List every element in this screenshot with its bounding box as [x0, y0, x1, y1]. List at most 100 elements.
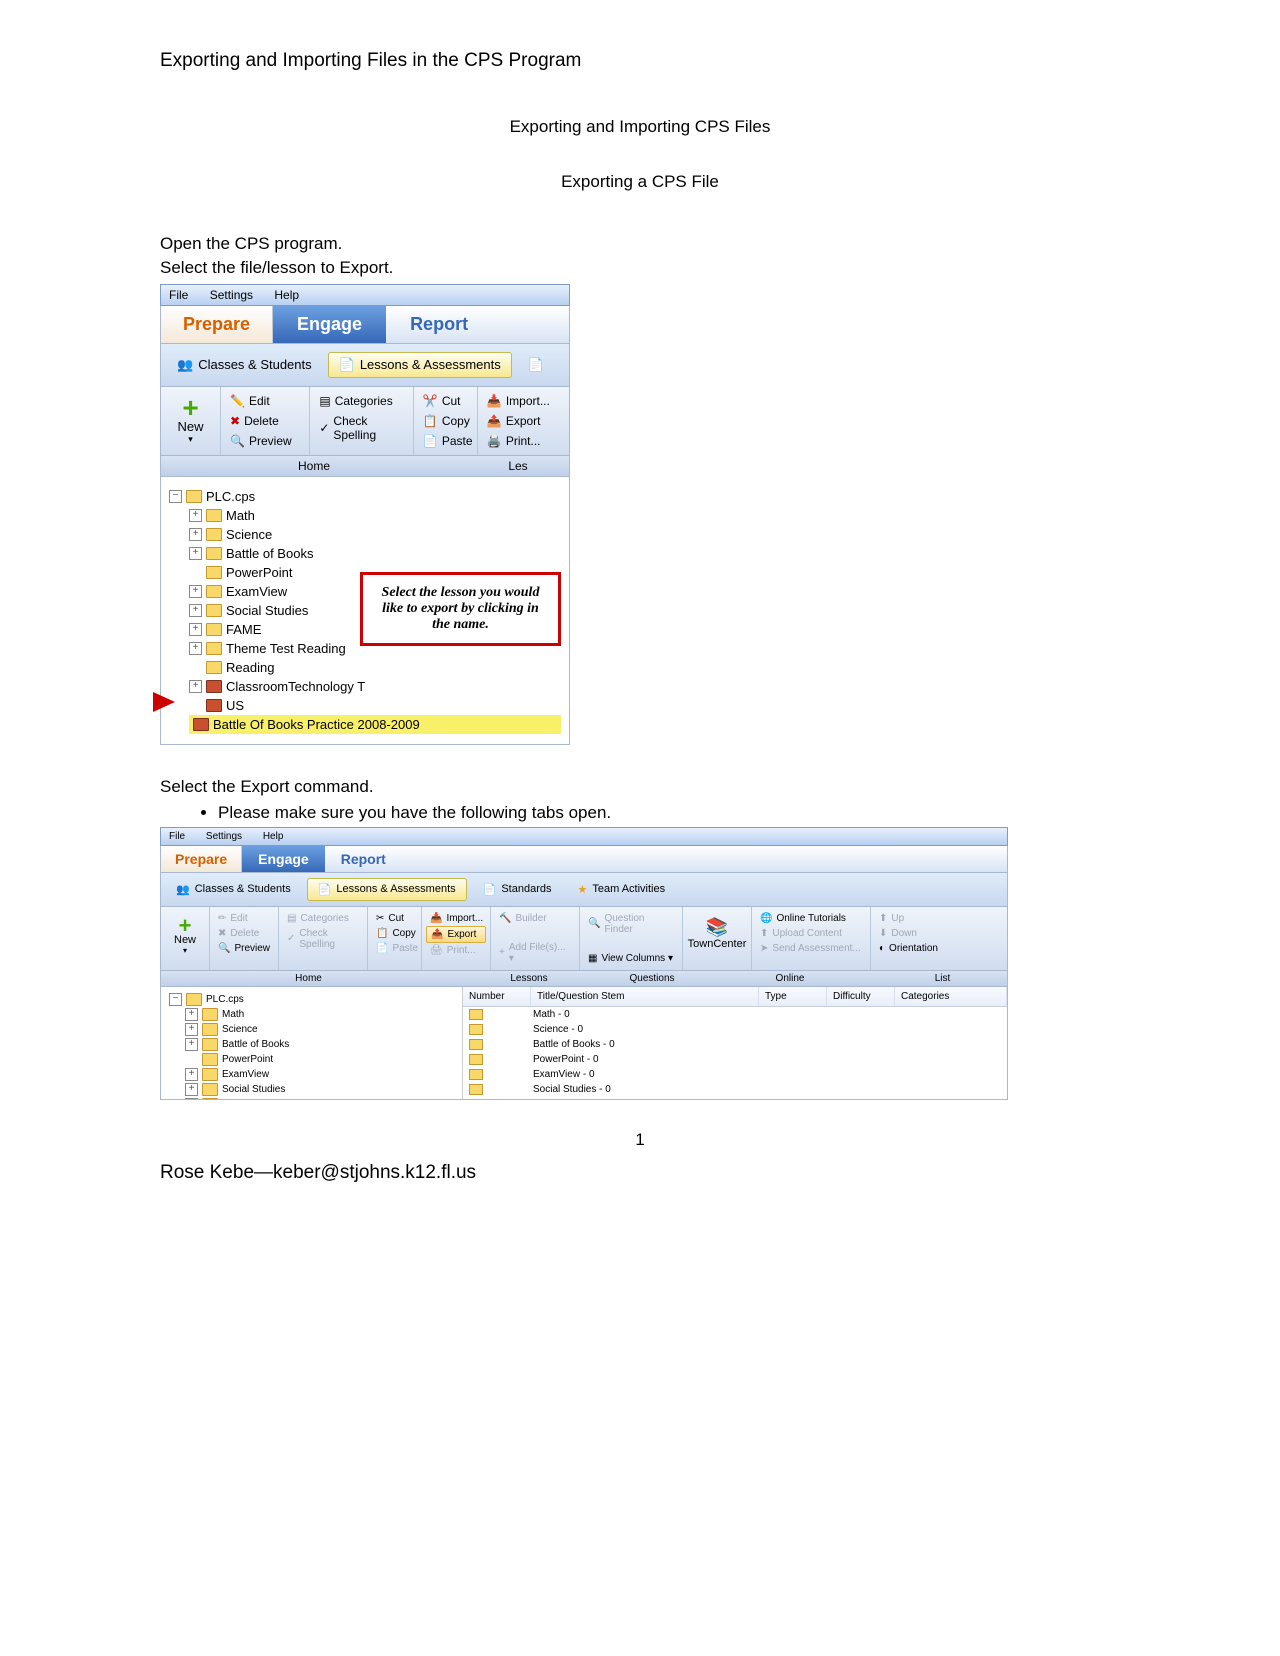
- menu-help[interactable]: Help: [274, 288, 299, 302]
- expand-icon[interactable]: +: [185, 1098, 198, 1100]
- magnify-icon: 🔍: [218, 943, 230, 954]
- copy-button[interactable]: 📋Copy: [418, 411, 473, 431]
- page-icon: 📄: [339, 357, 355, 373]
- spelling-button: ✓Check Spelling: [283, 926, 363, 952]
- delete-button[interactable]: ✖Delete: [225, 411, 305, 431]
- down-icon: ⬇: [879, 928, 887, 939]
- import-button[interactable]: 📥Import...: [482, 391, 565, 411]
- expand-icon[interactable]: +: [185, 1008, 198, 1021]
- callout-box: Select the lesson you would like to expo…: [360, 572, 561, 646]
- book-icon: [193, 718, 209, 731]
- document-title: Exporting and Importing Files in the CPS…: [160, 50, 1120, 72]
- tab-engage[interactable]: Engage: [242, 846, 325, 872]
- expand-icon[interactable]: +: [189, 623, 202, 636]
- expand-icon[interactable]: +: [185, 1083, 198, 1096]
- list-icon: ▤: [287, 913, 296, 924]
- expand-icon[interactable]: +: [189, 547, 202, 560]
- qfinder-button: 🔍Question Finder: [584, 911, 678, 937]
- builder-button: 🔨Builder: [495, 911, 575, 926]
- menu-settings[interactable]: Settings: [210, 288, 253, 302]
- copy-button[interactable]: 📋Copy: [372, 926, 417, 941]
- plus-icon: +: [179, 917, 192, 935]
- folder-icon: [202, 1098, 218, 1100]
- tree-item-selected[interactable]: Battle Of Books Practice 2008-2009: [189, 715, 561, 734]
- check-icon: ✓: [319, 421, 329, 435]
- tab-report[interactable]: Report: [325, 846, 402, 872]
- page-icon: 📄: [318, 883, 332, 896]
- copy-icon: 📋: [423, 414, 438, 428]
- preview-button[interactable]: 🔍Preview: [225, 431, 305, 451]
- preview-button[interactable]: 🔍Preview: [214, 941, 274, 956]
- categories-button[interactable]: ▤Categories: [314, 391, 409, 411]
- delete-icon: ✖: [230, 414, 240, 428]
- expand-icon[interactable]: +: [189, 680, 202, 693]
- paste-button[interactable]: 📄Paste: [418, 431, 473, 451]
- main-tabs: Prepare Engage Report: [160, 306, 570, 344]
- tab-report[interactable]: Report: [386, 306, 492, 343]
- folder-icon: [469, 1024, 483, 1035]
- collapse-icon[interactable]: −: [169, 490, 182, 503]
- main-tabs: Prepare Engage Report: [160, 846, 1008, 873]
- cut-button[interactable]: ✂️Cut: [418, 391, 473, 411]
- star-icon: ★: [578, 883, 588, 896]
- folder-icon: [202, 1023, 218, 1036]
- edit-button[interactable]: ✏️Edit: [225, 391, 305, 411]
- subtab-classes[interactable]: 👥Classes & Students: [167, 352, 322, 378]
- lesson-tree: Select the lesson you would like to expo…: [160, 477, 570, 745]
- ribbon: +New▾ ✏Edit ✖Delete 🔍Preview ▤Categories…: [160, 907, 1008, 971]
- folder-icon: [469, 1084, 483, 1095]
- expand-icon[interactable]: +: [189, 642, 202, 655]
- expand-icon[interactable]: +: [189, 509, 202, 522]
- addfiles-button: +Add File(s)... ▾: [495, 940, 575, 966]
- expand-icon[interactable]: +: [189, 528, 202, 541]
- expand-icon[interactable]: +: [185, 1068, 198, 1081]
- menu-help[interactable]: Help: [263, 831, 284, 842]
- cut-button[interactable]: ✂Cut: [372, 911, 417, 926]
- send-button: ➤Send Assessment...: [756, 941, 866, 956]
- export-button[interactable]: 📤Export: [482, 411, 565, 431]
- menu-file[interactable]: File: [169, 288, 188, 302]
- orientation-button[interactable]: ◐Orientation: [875, 941, 950, 956]
- folder-icon: [206, 604, 222, 617]
- subtab-team[interactable]: ★Team Activities: [568, 878, 676, 901]
- expand-icon[interactable]: +: [189, 604, 202, 617]
- tutorials-button[interactable]: 🌐Online Tutorials: [756, 911, 866, 926]
- folder-icon: [202, 1008, 218, 1021]
- import-button[interactable]: 📥Import...: [426, 911, 486, 926]
- tree-root[interactable]: −PLC.cps: [169, 487, 561, 506]
- folder-icon: [469, 1069, 483, 1080]
- paste-icon: 📄: [423, 434, 438, 448]
- viewcols-button[interactable]: ▦View Columns ▾: [584, 951, 678, 966]
- subtab-standards[interactable]: 📄Standards: [473, 878, 562, 901]
- tab-prepare[interactable]: Prepare: [161, 306, 273, 343]
- spelling-button[interactable]: ✓Check Spelling: [314, 411, 409, 445]
- new-button[interactable]: +New▾: [165, 911, 205, 962]
- new-button[interactable]: +New▾: [165, 391, 216, 451]
- folder-icon: [469, 1099, 483, 1100]
- export-button[interactable]: 📤Export: [426, 926, 486, 943]
- tab-prepare[interactable]: Prepare: [161, 846, 242, 872]
- towncenter-button[interactable]: 📚TownCenter: [687, 911, 747, 956]
- tab-engage[interactable]: Engage: [273, 306, 386, 343]
- subtab-lessons[interactable]: 📄Lessons & Assessments: [328, 352, 512, 378]
- folder-icon: [206, 661, 222, 674]
- expand-icon[interactable]: +: [185, 1023, 198, 1036]
- table-header: Number Title/Question Stem Type Difficul…: [463, 987, 1007, 1007]
- menu-file[interactable]: File: [169, 831, 185, 842]
- expand-icon[interactable]: +: [189, 585, 202, 598]
- arrow-icon: [153, 692, 175, 712]
- subtab-extra[interactable]: 📄: [518, 352, 554, 378]
- expand-icon[interactable]: +: [185, 1038, 198, 1051]
- question-table: Number Title/Question Stem Type Difficul…: [463, 987, 1007, 1099]
- folder-icon: [206, 642, 222, 655]
- ribbon-section-labels: Home Lessons Questions Online List: [160, 971, 1008, 987]
- subtab-lessons[interactable]: 📄Lessons & Assessments: [307, 878, 467, 901]
- menu-settings[interactable]: Settings: [206, 831, 242, 842]
- print-icon: 🖨: [430, 945, 443, 956]
- document-footer: Rose Kebe—keber@stjohns.k12.fl.us: [160, 1162, 1120, 1184]
- print-button[interactable]: 🖨️Print...: [482, 431, 565, 451]
- magnify-icon: 🔍: [230, 434, 245, 448]
- collapse-icon[interactable]: −: [169, 993, 182, 1006]
- subtab-classes[interactable]: 👥Classes & Students: [166, 878, 301, 901]
- book-icon: [206, 680, 222, 693]
